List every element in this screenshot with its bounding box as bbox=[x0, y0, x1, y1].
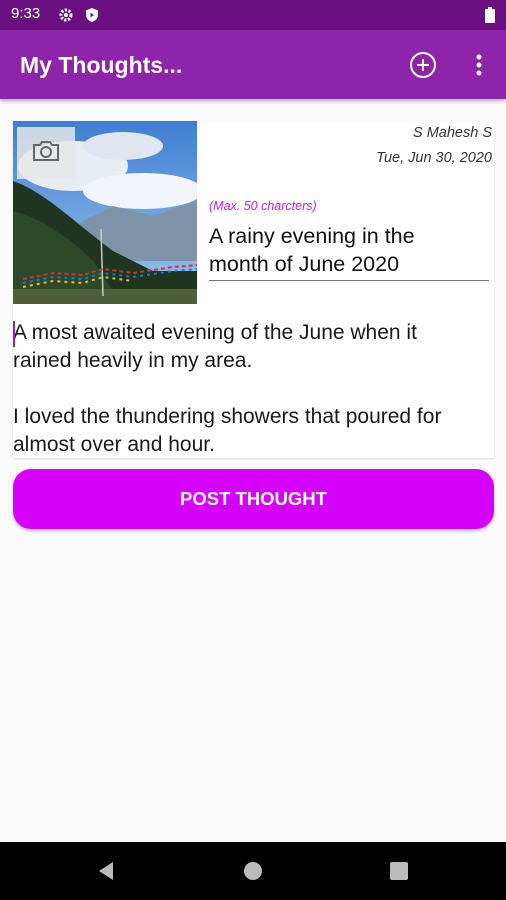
text-cursor bbox=[13, 321, 15, 347]
home-icon[interactable] bbox=[237, 855, 269, 887]
shield-icon bbox=[84, 7, 100, 23]
post-date: Tue, Jun 30, 2020 bbox=[376, 150, 492, 166]
app-title: My Thoughts... bbox=[20, 52, 183, 78]
back-icon[interactable] bbox=[90, 855, 122, 887]
thought-photo[interactable] bbox=[13, 121, 197, 304]
status-time: 9:33 bbox=[11, 5, 41, 22]
title-hint: (Max. 50 charcters) bbox=[209, 199, 317, 213]
more-vert-icon[interactable] bbox=[461, 47, 497, 83]
thought-body-field[interactable]: A most awaited evening of the June when … bbox=[13, 319, 495, 456]
title-field[interactable]: A rainy evening in the month of June 202… bbox=[209, 222, 489, 281]
recents-icon[interactable] bbox=[383, 855, 415, 887]
camera-button[interactable] bbox=[17, 127, 75, 179]
thought-card: S Mahesh S Tue, Jun 30, 2020 (Max. 50 ch… bbox=[13, 121, 494, 458]
nav-bar bbox=[0, 842, 506, 900]
status-bar: 9:33 bbox=[0, 0, 506, 30]
app-bar: My Thoughts... bbox=[0, 30, 506, 99]
author-name: S Mahesh S bbox=[413, 125, 492, 141]
add-circle-icon[interactable] bbox=[405, 47, 441, 83]
camera-icon bbox=[31, 139, 61, 168]
settings-icon bbox=[58, 7, 74, 23]
battery-icon bbox=[485, 7, 495, 23]
post-thought-button[interactable]: POST THOUGHT bbox=[13, 469, 494, 529]
